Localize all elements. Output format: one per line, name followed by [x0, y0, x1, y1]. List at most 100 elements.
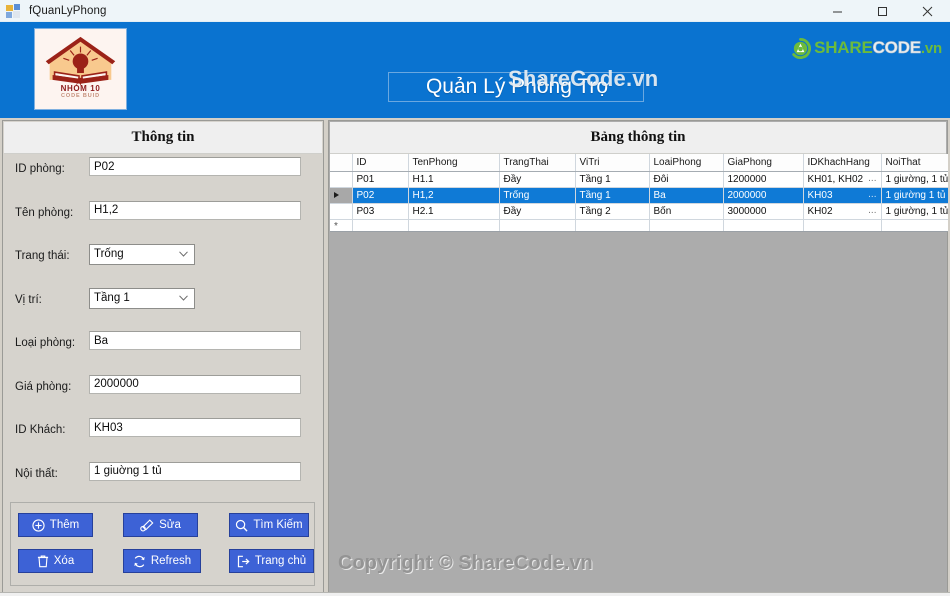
- cell-noithat[interactable]: [881, 219, 948, 231]
- data-grid: ID TenPhong TrangThai ViTri LoaiPhong Gi…: [330, 154, 948, 231]
- cell-giaphong[interactable]: 2000000: [723, 187, 804, 204]
- cell-tenphong[interactable]: H2.1: [408, 203, 500, 220]
- input-ten-phong[interactable]: [89, 200, 301, 220]
- them-button-label: Thêm: [49, 519, 80, 531]
- cell-idkhachhang[interactable]: KH03...: [803, 187, 882, 204]
- exit-icon: [237, 555, 250, 567]
- cell-trangthai[interactable]: Trống: [499, 187, 576, 204]
- table-new-row[interactable]: *: [330, 219, 948, 231]
- minimize-icon: [833, 11, 842, 12]
- refresh-button-label: Refresh: [150, 555, 192, 567]
- sharecode-word-share: SHARE: [814, 38, 873, 57]
- cell-tenphong[interactable]: H1.1: [408, 171, 500, 188]
- sua-button[interactable]: Sửa: [123, 513, 198, 537]
- refresh-icon: [134, 555, 145, 567]
- form-fields: ID phòng: Tên phòng: Trang thái: Trống V…: [3, 155, 323, 503]
- input-noi-that[interactable]: [89, 461, 301, 481]
- cell-idkhachhang-text: KH01, KH02: [807, 173, 864, 185]
- combo-vi-tri[interactable]: Tầng 1: [89, 287, 195, 309]
- column-header-vitri[interactable]: ViTri: [575, 154, 650, 172]
- cell-noithat[interactable]: 1 giường, 1 tủ, 1 ...: [881, 171, 948, 188]
- cell-id[interactable]: P03: [352, 203, 409, 220]
- input-gia-phong[interactable]: [89, 374, 301, 394]
- input-id-khach[interactable]: [89, 418, 301, 437]
- close-icon: [922, 6, 933, 16]
- edit-pencil-icon: [140, 518, 154, 531]
- cell-giaphong[interactable]: 3000000: [723, 203, 804, 220]
- column-header-giaphong[interactable]: GiaPhong: [723, 154, 804, 172]
- header-banner: NHÓM 10 CODE BUID Quản Lý Phòng Trọ Shar…: [0, 22, 950, 118]
- xoa-button[interactable]: Xóa: [18, 549, 93, 573]
- cell-vitri[interactable]: Tầng 1: [575, 187, 650, 204]
- overflow-ellipsis: ...: [868, 188, 877, 200]
- cell-trangthai[interactable]: [499, 219, 576, 231]
- data-grid-scroll[interactable]: ID TenPhong TrangThai ViTri LoaiPhong Gi…: [330, 154, 948, 232]
- cell-noithat[interactable]: 1 giường, 1 tủ đồ...: [881, 203, 948, 220]
- tim-kiem-button[interactable]: Tìm Kiếm: [229, 513, 309, 537]
- row-selector[interactable]: [330, 203, 353, 220]
- row-header-corner[interactable]: [330, 154, 353, 172]
- column-header-id[interactable]: ID: [352, 154, 409, 172]
- info-panel-title: Thông tin: [131, 129, 195, 145]
- cell-trangthai[interactable]: Đầy: [499, 171, 576, 188]
- column-header-tenphong[interactable]: TenPhong: [408, 154, 500, 172]
- close-button[interactable]: [905, 0, 950, 22]
- cell-loaiphong[interactable]: Ba: [649, 187, 724, 204]
- table-row[interactable]: P03 H2.1 Đầy Tầng 2 Bốn 3000000 KH02... …: [330, 203, 948, 220]
- row-selector[interactable]: [330, 171, 353, 188]
- input-id-phong[interactable]: [89, 157, 301, 176]
- logo-line-2: CODE BUID: [61, 93, 100, 99]
- combo-trang-thai[interactable]: Trống: [89, 244, 195, 265]
- chevron-down-icon: [179, 294, 188, 301]
- application-window: fQuanLyPhong NHÓM 10 CODE BUID Quản Lý P…: [0, 0, 950, 596]
- trash-icon: [37, 555, 48, 567]
- form-icon: [6, 3, 22, 19]
- window-title: fQuanLyPhong: [29, 4, 107, 17]
- cell-giaphong[interactable]: [723, 219, 804, 231]
- title-watermark: ShareCode.vn: [508, 66, 659, 91]
- cell-tenphong[interactable]: H1,2: [408, 187, 500, 204]
- cell-id[interactable]: P02: [352, 187, 409, 204]
- cell-idkhachhang-text: KH03: [807, 189, 833, 201]
- label-trang-thai: Trang thái:: [15, 250, 70, 262]
- column-header-loaiphong[interactable]: LoaiPhong: [649, 154, 724, 172]
- table-panel: Bảng thông tin ID TenPhong TrangThai ViT…: [328, 120, 948, 594]
- cell-giaphong[interactable]: 1200000: [723, 171, 804, 188]
- input-loai-phong[interactable]: [89, 331, 301, 350]
- cell-vitri[interactable]: Tầng 1: [575, 171, 650, 188]
- maximize-button[interactable]: [860, 0, 905, 22]
- cell-loaiphong[interactable]: Đôi: [649, 171, 724, 188]
- cell-vitri[interactable]: [575, 219, 650, 231]
- cell-idkhachhang[interactable]: KH01, KH02...: [803, 171, 882, 188]
- label-ten-phong: Tên phòng:: [15, 206, 74, 219]
- column-header-idkhachhang[interactable]: IDKhachHang: [803, 154, 882, 172]
- cell-loaiphong[interactable]: Bốn: [649, 203, 724, 220]
- sua-button-label: Sửa: [159, 519, 181, 531]
- table-row[interactable]: P01 H1.1 Đầy Tầng 1 Đôi 1200000 KH01, KH…: [330, 171, 948, 188]
- cell-idkhachhang[interactable]: [803, 219, 882, 231]
- action-button-group: Thêm Sửa Tìm Kiếm Xóa Refresh Trang chủ: [10, 502, 315, 586]
- cell-loaiphong[interactable]: [649, 219, 724, 231]
- row-selector[interactable]: [330, 187, 353, 204]
- them-button[interactable]: Thêm: [18, 513, 93, 537]
- field-row-id-phong: ID phòng:: [3, 155, 323, 199]
- cell-id[interactable]: [352, 219, 409, 231]
- cell-vitri[interactable]: Tầng 2: [575, 203, 650, 220]
- cell-noithat[interactable]: 1 giường 1 tủ: [881, 187, 948, 204]
- cell-trangthai[interactable]: Đầy: [499, 203, 576, 220]
- field-row-trang-thai: Trang thái: Trống: [3, 242, 323, 286]
- window-controls: [815, 0, 950, 22]
- status-strip: [0, 592, 950, 596]
- column-header-noithat[interactable]: NoiThat: [881, 154, 948, 172]
- cell-idkhachhang[interactable]: KH02...: [803, 203, 882, 220]
- column-header-trangthai[interactable]: TrangThai: [499, 154, 576, 172]
- new-row-selector[interactable]: *: [330, 219, 353, 231]
- table-row[interactable]: P02 H1,2 Trống Tầng 1 Ba 2000000 KH03...…: [330, 187, 948, 204]
- label-noi-that: Nội thất:: [15, 467, 58, 480]
- label-gia-phong: Giá phòng:: [15, 380, 72, 393]
- cell-tenphong[interactable]: [408, 219, 500, 231]
- cell-id[interactable]: P01: [352, 171, 409, 188]
- refresh-button[interactable]: Refresh: [123, 549, 201, 573]
- trang-chu-button[interactable]: Trang chủ: [229, 549, 314, 573]
- minimize-button[interactable]: [815, 0, 860, 22]
